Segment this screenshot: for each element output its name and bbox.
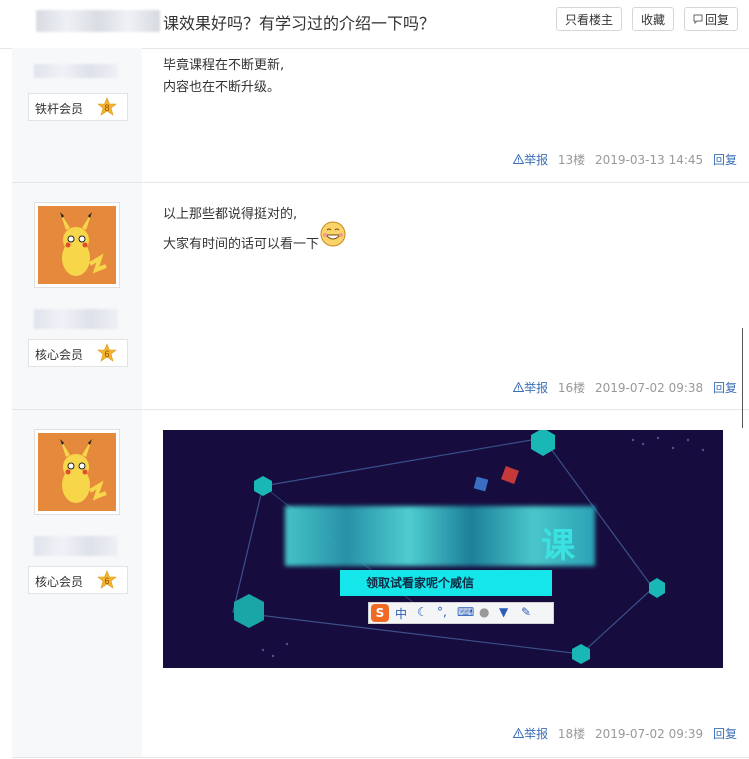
thread-title: 课效果好吗？有学习过的介绍一下吗？ (163, 14, 436, 33)
punctuation-icon: °, (437, 605, 447, 619)
reply-link[interactable]: 回复 (713, 153, 737, 167)
post-time: 2019-07-02 09:39 (595, 727, 704, 741)
report-link[interactable]: 举报 (512, 727, 552, 741)
blurred-author-name (34, 64, 118, 78)
level-star-icon: 6 (97, 343, 117, 363)
sogou-logo-icon: S (371, 604, 389, 622)
post-line: 大家有时间的话可以看一下 (163, 237, 320, 252)
post-floor-13: 铁杆会员 8 毕竟课程在不断更新, 内容也在不断升级。 举报 13楼 2019-… (12, 48, 749, 183)
member-rank-label: 铁杆会员 (35, 102, 84, 116)
svg-text:6: 6 (104, 349, 109, 359)
ime-chinese-mode: 中 (395, 607, 408, 621)
post-content: 毕竟课程在不断更新, 内容也在不断升级。 (163, 55, 284, 99)
member-badge[interactable]: 核心会员 6 (28, 339, 128, 367)
level-star-icon: 8 (97, 97, 117, 117)
user-icon: ● (479, 605, 490, 619)
banner-course-text: 课 (541, 526, 577, 566)
post-content: 以上那些都说得挺对的, 大家有时间的话可以看一下 (163, 204, 346, 256)
avatar[interactable] (34, 429, 120, 515)
shirt-icon: ▼ (499, 605, 509, 619)
favorite-button[interactable]: 收藏 (632, 7, 675, 31)
post-time: 2019-03-13 14:45 (595, 153, 704, 167)
avatar[interactable] (34, 202, 120, 288)
author-sidebar: 核心会员 6 (12, 410, 142, 757)
svg-text:6: 6 (104, 576, 109, 586)
grin-emoji-icon (319, 220, 347, 256)
pikachu-avatar-icon (38, 206, 116, 284)
report-link[interactable]: 举报 (512, 153, 552, 167)
post-time: 2019-07-02 09:38 (595, 381, 704, 395)
banner-cta-button: 领取试看家呢个威信 (340, 570, 552, 596)
post-floor-16: 核心会员 6 以上那些都说得挺对的, 大家有时间的话可以看一下 举报 16楼 2… (12, 183, 749, 410)
post-floor-18: 核心会员 6 课 领取试看家呢个威信 S 中 ☾ °, ⌨ ● ▼ ✎ 举报 1… (12, 410, 749, 758)
pikachu-avatar-icon (38, 433, 116, 511)
author-sidebar: 核心会员 6 (12, 183, 142, 409)
floating-panel-edge (742, 328, 749, 428)
post-meta: 举报 18楼 2019-07-02 09:39 回复 (512, 725, 737, 742)
floor-number: 13楼 (557, 153, 586, 167)
reply-icon (693, 9, 703, 33)
floor-number: 18楼 (557, 727, 586, 741)
ime-toolbar: S 中 ☾ °, ⌨ ● ▼ ✎ (368, 602, 554, 624)
svg-text:8: 8 (104, 103, 109, 113)
blurred-author-name (34, 309, 118, 329)
member-badge[interactable]: 核心会员 6 (28, 566, 128, 594)
member-rank-label: 核心会员 (35, 348, 84, 362)
warning-icon (512, 727, 525, 738)
keyboard-icon: ⌨ (457, 605, 475, 619)
post-meta: 举报 13楼 2019-03-13 14:45 回复 (512, 151, 737, 168)
wrench-icon: ✎ (521, 605, 532, 619)
post-line: 内容也在不断升级。 (163, 80, 281, 95)
moon-icon: ☾ (417, 605, 428, 619)
post-meta: 举报 16楼 2019-07-02 09:38 回复 (512, 379, 737, 396)
only-op-button[interactable]: 只看楼主 (556, 7, 623, 31)
floor-number: 16楼 (557, 381, 586, 395)
ad-banner-image[interactable]: 课 领取试看家呢个威信 S 中 ☾ °, ⌨ ● ▼ ✎ (163, 430, 723, 668)
post-line: 毕竟课程在不断更新, (163, 58, 285, 73)
blurred-author-name (34, 536, 118, 556)
warning-icon (512, 381, 525, 392)
reply-top-button[interactable]: 回复 (684, 7, 739, 33)
post-line-with-emoji: 大家有时间的话可以看一下 (163, 221, 346, 256)
reply-top-label: 回复 (705, 13, 730, 27)
reply-link[interactable]: 回复 (713, 727, 737, 741)
post-line: 以上那些都说得挺对的, (163, 207, 298, 222)
member-badge[interactable]: 铁杆会员 8 (28, 93, 128, 121)
member-rank-label: 核心会员 (35, 575, 84, 589)
report-link[interactable]: 举报 (512, 381, 552, 395)
reply-link[interactable]: 回复 (713, 381, 737, 395)
author-sidebar: 铁杆会员 8 (12, 48, 142, 182)
level-star-icon: 6 (97, 570, 117, 590)
blurred-username (36, 10, 160, 32)
thread-header: 课效果好吗？有学习过的介绍一下吗？ 只看楼主 收藏 回复 (0, 0, 749, 49)
warning-icon (512, 153, 525, 164)
